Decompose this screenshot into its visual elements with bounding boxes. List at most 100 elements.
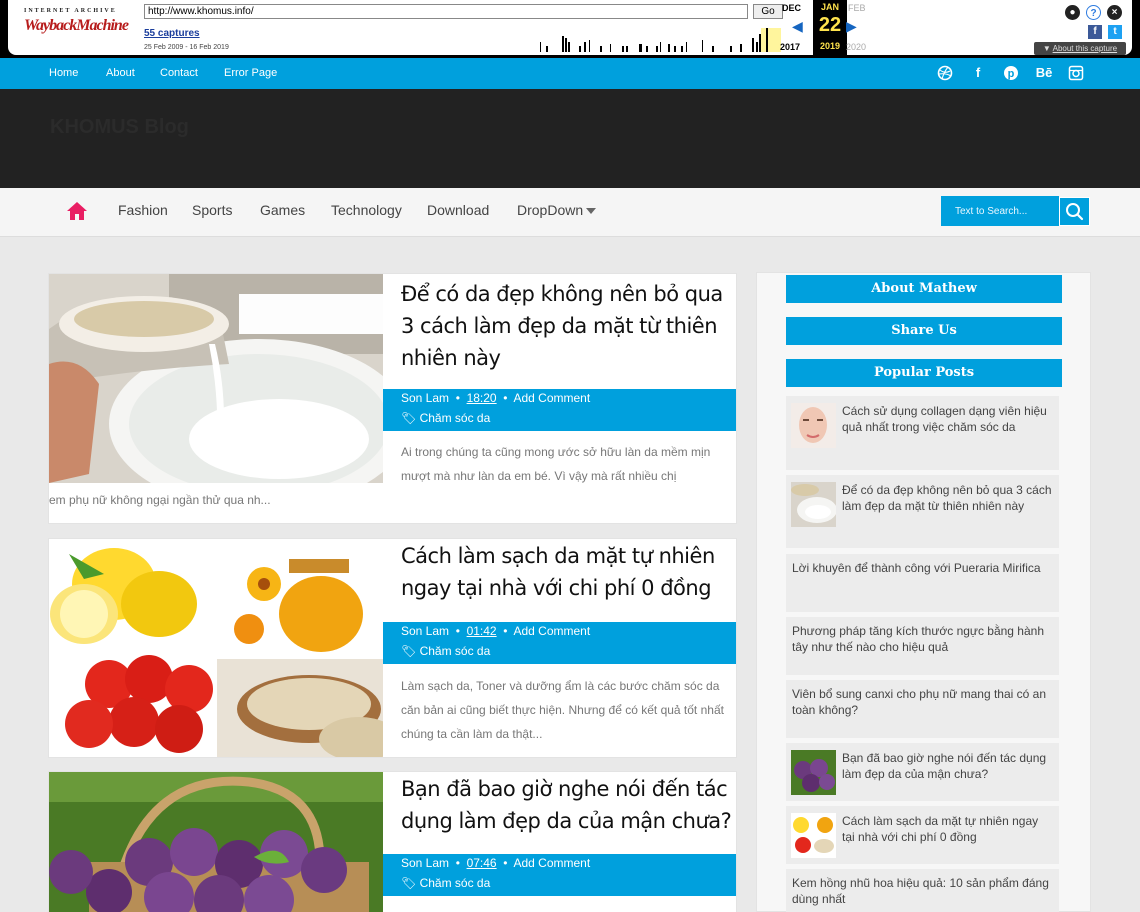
nav-sports[interactable]: Sports <box>192 202 232 218</box>
popular-post-thumbnail[interactable] <box>791 750 836 795</box>
popular-post-title[interactable]: Phương pháp tăng kích thước ngực bằng hà… <box>792 623 1052 655</box>
popular-post-title[interactable]: Cách làm sạch da mặt tự nhiên ngay tại n… <box>842 813 1052 845</box>
popular-post-title[interactable]: Cách sử dụng collagen dạng viên hiệu quả… <box>842 403 1052 435</box>
search-input[interactable]: Text to Search... <box>941 196 1059 226</box>
post-comment-link[interactable]: Add Comment <box>513 856 590 870</box>
post-category[interactable]: 🏷 Chăm sóc da <box>401 876 490 890</box>
site-title[interactable]: KHOMUS Blog <box>50 116 189 139</box>
nav-download[interactable]: Download <box>427 202 489 218</box>
next-capture-arrow-icon[interactable]: ▶ <box>846 18 857 35</box>
wayback-next-month[interactable]: FEB <box>848 3 866 13</box>
popular-post-item[interactable]: Để có da đẹp không nên bỏ qua 3 cách làm… <box>786 475 1059 548</box>
nav-games[interactable]: Games <box>260 202 305 218</box>
nav-fashion[interactable]: Fashion <box>118 202 168 218</box>
post-author[interactable]: Son Lam <box>401 624 449 638</box>
post-author[interactable]: Son Lam <box>401 856 449 870</box>
dribbble-icon[interactable] <box>937 65 953 81</box>
main-nav-bar: Fashion Sports Games Technology Download… <box>0 188 1140 237</box>
popular-post-title[interactable]: Kem hồng nhũ hoa hiệu quả: 10 sản phẩm đ… <box>792 875 1052 907</box>
post-thumbnail-plums[interactable] <box>49 772 383 912</box>
home-icon[interactable] <box>66 200 88 222</box>
wayback-url-input[interactable]: http://www.khomus.info/ <box>144 4 748 19</box>
popular-post-thumbnail[interactable] <box>791 403 836 448</box>
wayback-next-year[interactable]: 2020 <box>846 42 866 52</box>
wayback-go-button[interactable]: Go <box>753 4 783 19</box>
popular-post-item[interactable]: Lời khuyên để thành công với Pueraria Mi… <box>786 554 1059 612</box>
post-meta-bar: Son Lam • 01:42 • Add Comment 🏷 Chăm sóc… <box>383 622 736 664</box>
facebook-icon[interactable]: f <box>970 65 986 81</box>
popular-post-title[interactable]: Bạn đã bao giờ nghe nói đến tác dụng làm… <box>842 750 1052 782</box>
popular-post-item[interactable]: Cách sử dụng collagen dạng viên hiệu quả… <box>786 396 1059 470</box>
pinterest-icon[interactable]: p <box>1003 65 1019 81</box>
nav-dropdown[interactable]: DropDown <box>517 202 597 218</box>
popular-post-title[interactable]: Để có da đẹp không nên bỏ qua 3 cách làm… <box>842 482 1052 514</box>
chevron-down-icon <box>586 208 597 215</box>
wayback-current-month: JAN <box>820 2 839 12</box>
post-meta-bar: Son Lam • 07:46 • Add Comment 🏷 Chăm sóc… <box>383 854 736 896</box>
post-thumbnail-lemon-tomato[interactable] <box>49 539 383 758</box>
search-button[interactable] <box>1059 197 1090 226</box>
nav-technology[interactable]: Technology <box>331 202 402 218</box>
post-title[interactable]: Cách làm sạch da mặt tự nhiên ngay tại n… <box>401 540 736 604</box>
widget-title-popular: Popular Posts <box>786 359 1062 387</box>
topnav-error-page[interactable]: Error Page <box>224 67 277 79</box>
wayback-about-label: About this capture <box>1052 44 1118 53</box>
wayback-about-capture[interactable]: ▼ About this capture <box>1034 42 1126 55</box>
instagram-icon[interactable] <box>1068 65 1084 81</box>
topnav-contact[interactable]: Contact <box>160 67 198 79</box>
top-nav-bar: Home About Contact Error Page f p Bē <box>0 58 1140 89</box>
post-excerpt: Làm sạch da, Toner và dưỡng ẩm là các bư… <box>401 679 724 741</box>
wayback-date-range: 25 Feb 2009 - 16 Feb 2019 <box>144 44 229 51</box>
wayback-current-year: 2019 <box>819 41 841 51</box>
wayback-sparkline[interactable] <box>244 24 784 52</box>
tag-icon: 🏷 <box>401 644 417 658</box>
topnav-home[interactable]: Home <box>49 67 78 79</box>
popular-post-item[interactable]: Phương pháp tăng kích thước ngực bằng hà… <box>786 617 1059 675</box>
post-time[interactable]: 01:42 <box>467 624 497 638</box>
tag-icon: 🏷 <box>401 876 417 890</box>
post-time[interactable]: 07:46 <box>467 856 497 870</box>
close-icon[interactable]: × <box>1107 5 1122 20</box>
facebook-share-icon[interactable]: f <box>1088 25 1102 39</box>
popular-post-title[interactable]: Lời khuyên để thành công với Pueraria Mi… <box>792 560 1052 576</box>
wayback-captures-link[interactable]: 55 captures <box>144 28 200 39</box>
post-comment-link[interactable]: Add Comment <box>513 624 590 638</box>
post-comment-link[interactable]: Add Comment <box>513 391 590 405</box>
post-author[interactable]: Son Lam <box>401 391 449 405</box>
wayback-prev-month[interactable]: DEC <box>782 3 801 13</box>
widget-title-about: About Mathew <box>786 275 1062 303</box>
wayback-logo[interactable]: WaybackMachine <box>24 17 129 35</box>
popular-post-item[interactable]: Kem hồng nhũ hoa hiệu quả: 10 sản phẩm đ… <box>786 869 1059 912</box>
prev-capture-arrow-icon[interactable]: ◀ <box>792 18 803 35</box>
wayback-prev-year[interactable]: 2017 <box>780 42 800 52</box>
popular-post-title[interactable]: Viên bổ sung canxi cho phụ nữ mang thai … <box>792 686 1052 718</box>
post-title[interactable]: Bạn đã bao giờ nghe nói đến tác dụng làm… <box>401 773 736 837</box>
topnav-about[interactable]: About <box>106 67 135 79</box>
post-category[interactable]: 🏷 Chăm sóc da <box>401 411 490 425</box>
wayback-current-day: 22 <box>818 14 842 36</box>
nav-dropdown-label: DropDown <box>517 202 584 218</box>
wayback-toolbar: INTERNET ARCHIVE WaybackMachine http://w… <box>0 0 1140 58</box>
wayback-current-date: JAN 22 2019 <box>813 0 847 55</box>
sidebar: About Mathew Share Us Popular Posts Cách… <box>756 272 1091 912</box>
tag-icon: 🏷 <box>401 411 417 425</box>
post-title[interactable]: Để có da đẹp không nên bỏ qua 3 cách làm… <box>401 278 736 374</box>
search-icon <box>1066 203 1084 221</box>
wayback-panel: INTERNET ARCHIVE WaybackMachine http://w… <box>8 0 1132 55</box>
user-icon[interactable]: ● <box>1065 5 1080 20</box>
popular-post-item[interactable]: Cách làm sạch da mặt tự nhiên ngay tại n… <box>786 806 1059 864</box>
post-thumbnail-rice-water[interactable] <box>49 274 383 483</box>
popular-post-item[interactable]: Viên bổ sung canxi cho phụ nữ mang thai … <box>786 680 1059 738</box>
post-category[interactable]: 🏷 Chăm sóc da <box>401 644 490 658</box>
behance-icon[interactable]: Bē <box>1034 65 1054 81</box>
post-meta-info: Son Lam • 18:20 • Add Comment <box>401 391 591 405</box>
popular-post-item[interactable]: Bạn đã bao giờ nghe nói đến tác dụng làm… <box>786 743 1059 801</box>
popular-post-thumbnail[interactable] <box>791 813 836 858</box>
post-time[interactable]: 18:20 <box>467 391 497 405</box>
help-icon[interactable]: ? <box>1086 5 1101 20</box>
twitter-share-icon[interactable]: t <box>1108 25 1122 39</box>
popular-post-thumbnail[interactable] <box>791 482 836 527</box>
post-card: Cách làm sạch da mặt tự nhiên ngay tại n… <box>48 538 737 758</box>
post-excerpt-part-2: em phụ nữ không ngại ngần thử qua nh... <box>49 493 271 507</box>
post-category-label: Chăm sóc da <box>419 876 491 890</box>
